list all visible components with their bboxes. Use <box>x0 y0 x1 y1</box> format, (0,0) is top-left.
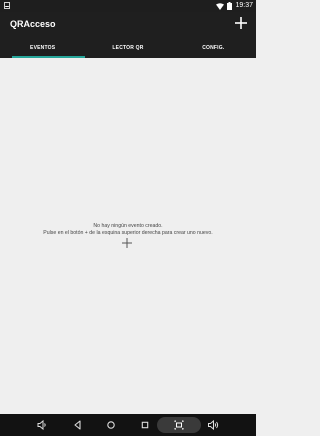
empty-state-message: No hay ningún evento creado. Pulse en el… <box>0 223 256 237</box>
app-bar: QRAcceso <box>0 12 256 38</box>
back-icon[interactable] <box>72 419 84 431</box>
status-bar: 19:37 <box>0 0 256 12</box>
tab-lector-qr[interactable]: LECTOR QR <box>85 38 170 58</box>
navigation-bar <box>0 414 256 436</box>
status-time: 19:37 <box>235 2 253 9</box>
status-right: 19:37 <box>216 0 253 12</box>
home-icon[interactable] <box>105 419 117 431</box>
empty-state-line-2: Pulse en el botón + de la esquina superi… <box>43 230 213 236</box>
add-icon <box>122 238 132 248</box>
main-content: No hay ningún evento creado. Pulse en el… <box>0 58 256 414</box>
tab-config[interactable]: CONFIG. <box>171 38 256 58</box>
notification-icon <box>4 2 10 9</box>
wifi-icon <box>216 2 225 10</box>
add-event-button[interactable] <box>234 16 248 30</box>
empty-state-line-1: No hay ningún evento creado. <box>93 223 163 229</box>
tab-bar: EVENTOS LECTOR QR CONFIG. <box>0 38 256 58</box>
tab-eventos[interactable]: EVENTOS <box>0 38 86 58</box>
screenshot-icon <box>174 420 184 430</box>
recents-icon[interactable] <box>139 419 151 431</box>
screenshot-button[interactable] <box>157 417 201 433</box>
volume-up-icon[interactable] <box>207 419 219 431</box>
volume-down-icon[interactable] <box>36 419 48 431</box>
battery-icon <box>227 2 233 10</box>
app-title: QRAcceso <box>10 19 56 29</box>
